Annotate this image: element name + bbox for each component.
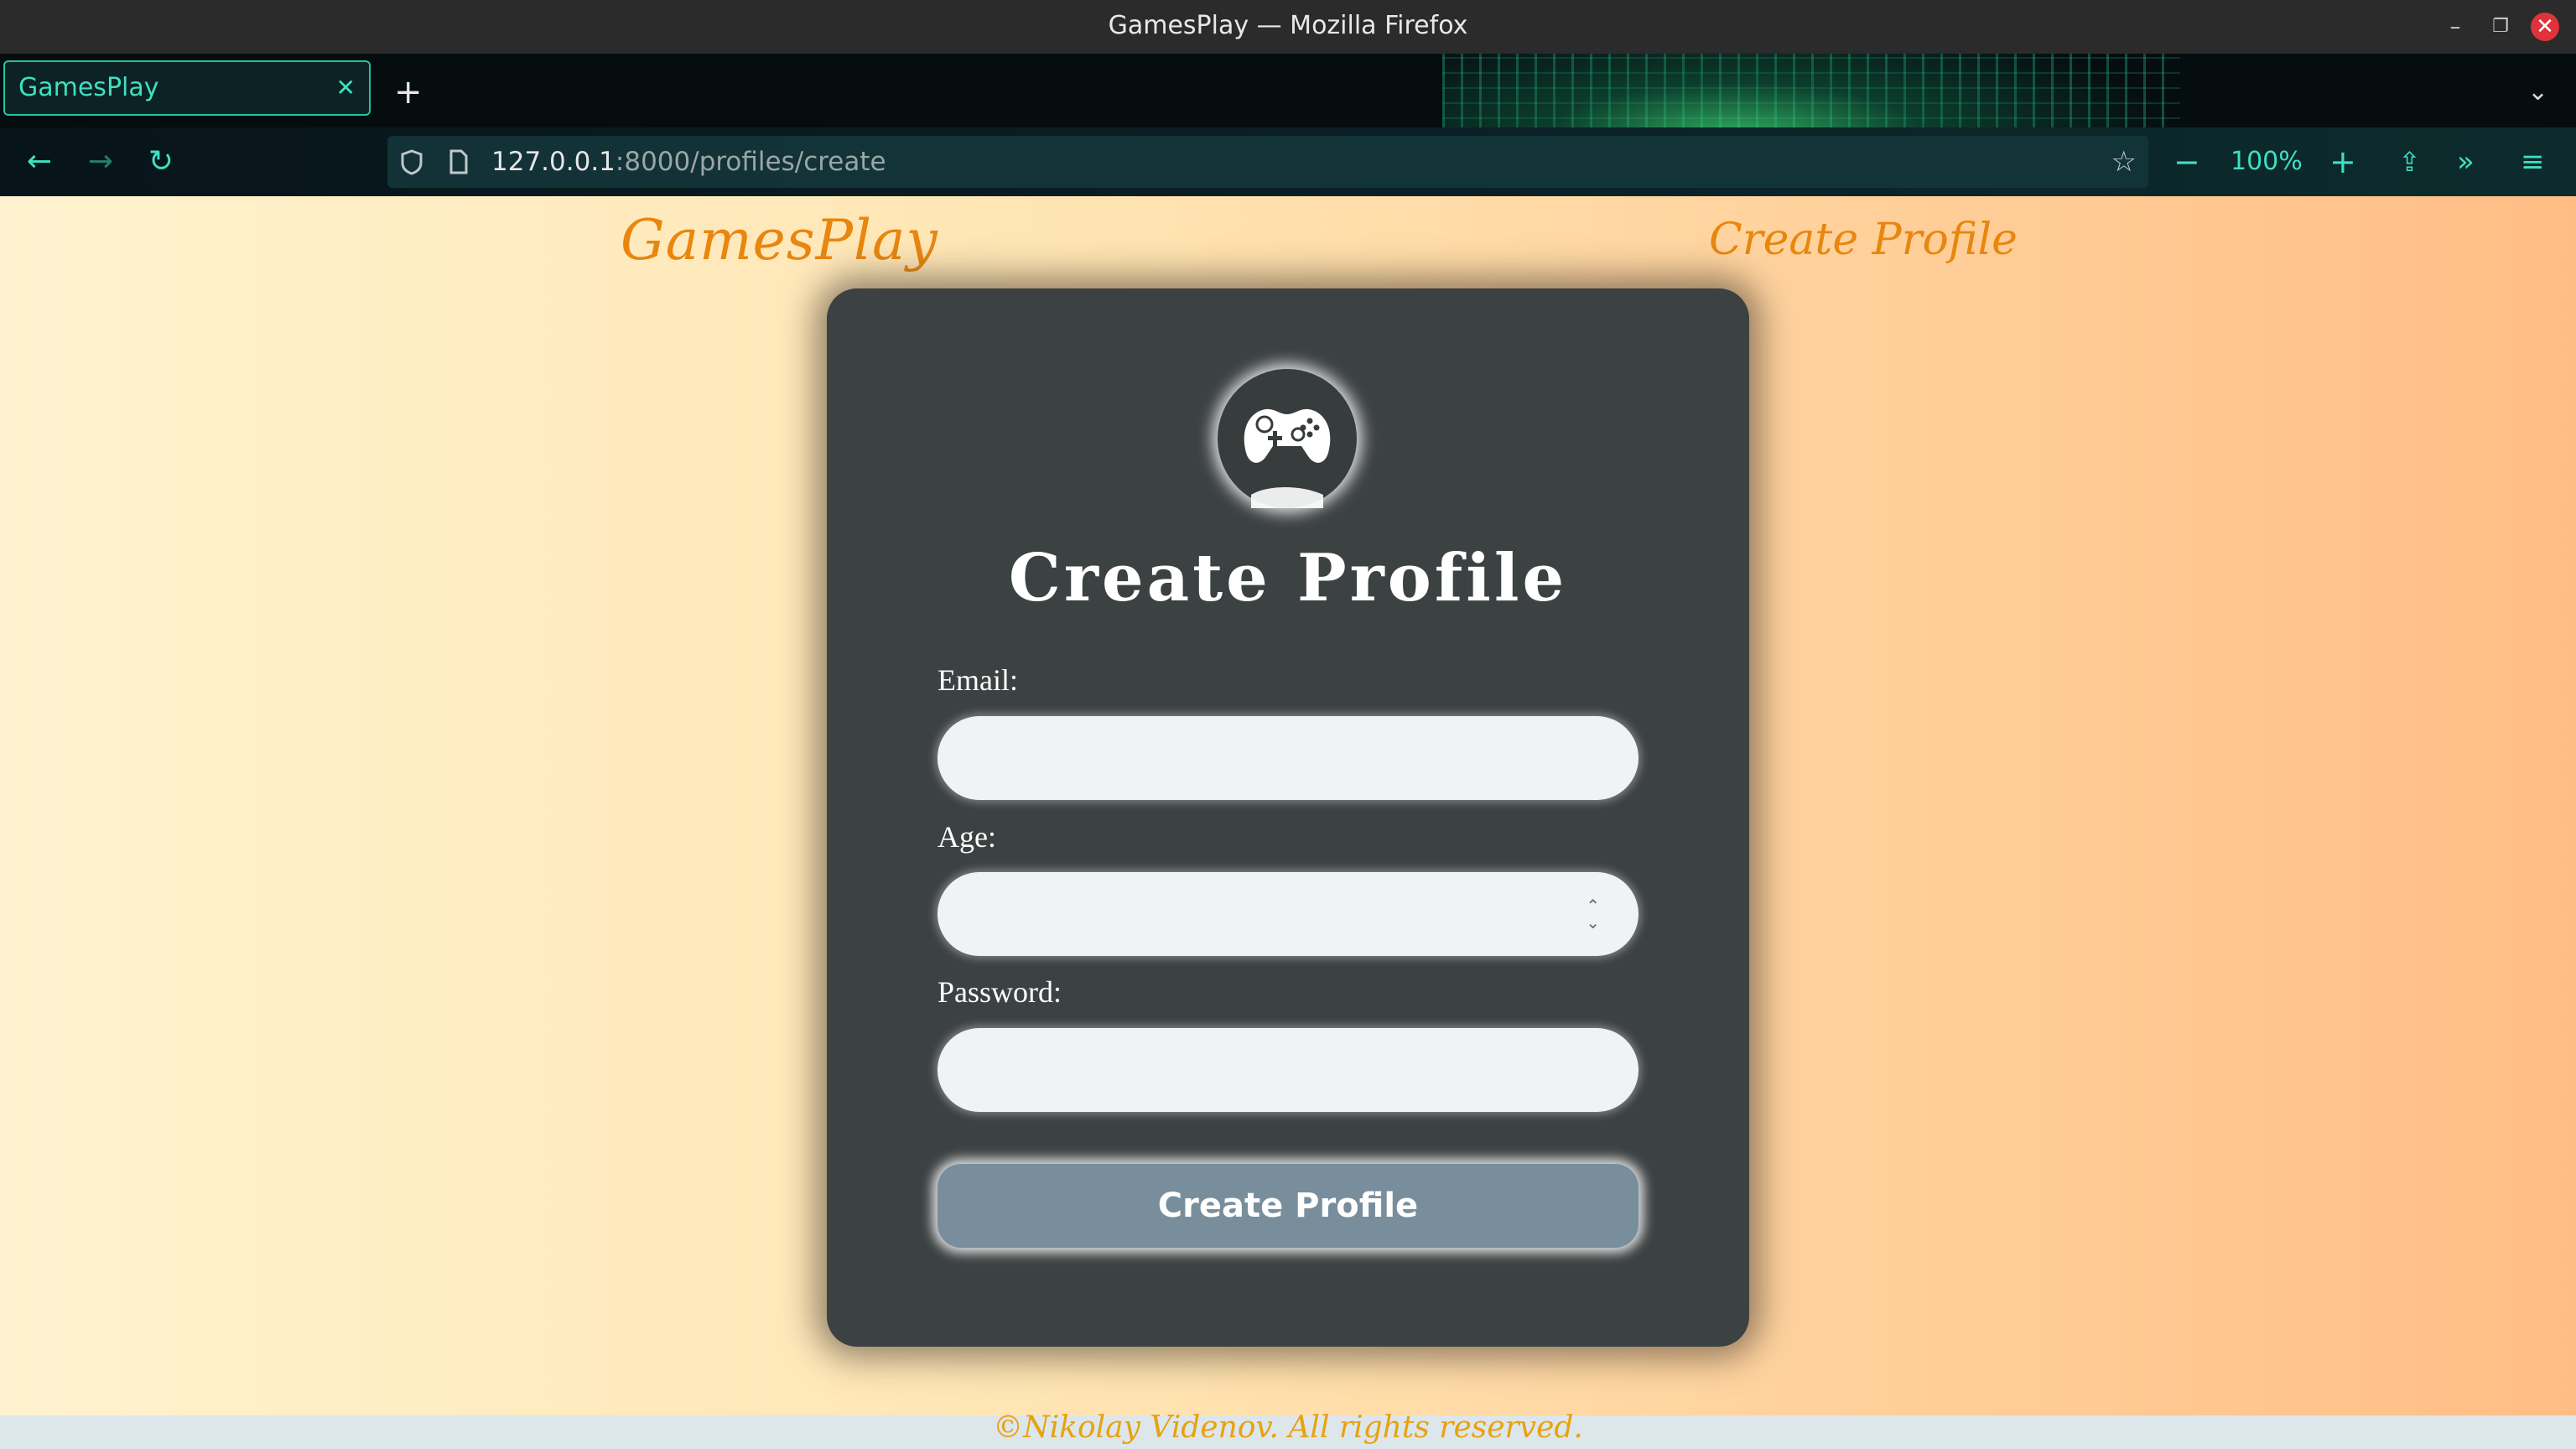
bookmark-star-icon[interactable]: ☆ xyxy=(2111,136,2137,188)
overflow-menu-icon[interactable]: » xyxy=(2457,127,2475,196)
url-path: :8000/profiles/create xyxy=(615,147,886,177)
hamburger-menu-icon[interactable]: ≡ xyxy=(2521,127,2545,196)
url-text[interactable]: 127.0.0.1:8000/profiles/create xyxy=(491,136,886,188)
create-profile-button[interactable]: Create Profile xyxy=(937,1164,1639,1248)
create-profile-card: Create Profile Email: Age: ⌃ ⌄ Password: … xyxy=(827,288,1749,1347)
back-icon[interactable]: ← xyxy=(18,127,60,196)
forward-icon[interactable]: → xyxy=(80,127,122,196)
page-footer: ©Nikolay Videnov. All rights reserved. xyxy=(0,1410,2576,1449)
gamepad-icon xyxy=(1244,408,1331,508)
email-field[interactable] xyxy=(937,716,1639,800)
copyright-text: ©Nikolay Videnov. All rights reserved. xyxy=(993,1410,1583,1445)
extensions-icon[interactable]: ⇪ xyxy=(2398,127,2421,196)
gamepad-avatar xyxy=(1218,369,1357,508)
navigation-toolbar: ← → ↻ 127.0.0.1:8000/profiles/create ☆ −… xyxy=(0,127,2576,196)
form-title: Create Profile xyxy=(1008,540,1568,616)
window-title: GamesPlay — Mozilla Firefox xyxy=(1108,11,1468,40)
age-label: Age: xyxy=(937,820,996,854)
minimize-icon[interactable]: – xyxy=(2440,12,2470,42)
tab-strip: GamesPlay ✕ xyxy=(0,54,2576,127)
password-label: Password: xyxy=(937,975,1062,1009)
number-spinner-icon[interactable]: ⌃ ⌄ xyxy=(1586,897,1600,931)
nav-link-create-profile[interactable]: Create Profile xyxy=(1709,215,2018,265)
list-all-tabs-icon[interactable]: ⌄ xyxy=(2527,67,2548,117)
tab-label: GamesPlay xyxy=(18,73,159,102)
tracking-shield-icon[interactable] xyxy=(399,136,424,188)
window-titlebar: GamesPlay — Mozilla Firefox – ❐ ✕ xyxy=(0,0,2576,54)
zoom-out-icon[interactable]: − xyxy=(2174,127,2200,196)
new-tab-button[interactable]: + xyxy=(394,67,423,117)
tab-gamesplay[interactable]: GamesPlay ✕ xyxy=(3,60,371,116)
zoom-in-icon[interactable]: + xyxy=(2329,127,2356,196)
site-logo[interactable]: GamesPlay xyxy=(621,208,938,273)
theme-background-image xyxy=(1442,54,2180,127)
close-window-icon[interactable]: ✕ xyxy=(2531,13,2559,41)
zoom-level[interactable]: 100% xyxy=(2231,127,2303,196)
password-field[interactable] xyxy=(937,1028,1639,1112)
maximize-icon[interactable]: ❐ xyxy=(2485,12,2516,42)
tab-close-icon[interactable]: ✕ xyxy=(336,62,356,114)
reload-icon[interactable]: ↻ xyxy=(140,127,182,196)
email-label: Email: xyxy=(937,663,1018,697)
url-bar[interactable]: 127.0.0.1:8000/profiles/create ☆ xyxy=(387,136,2148,188)
age-field[interactable]: ⌃ ⌄ xyxy=(937,872,1639,956)
page-info-icon[interactable] xyxy=(448,136,470,188)
page-viewport: GamesPlay Create Profile Create Profile … xyxy=(0,196,2576,1449)
url-host: 127.0.0.1 xyxy=(491,147,615,177)
